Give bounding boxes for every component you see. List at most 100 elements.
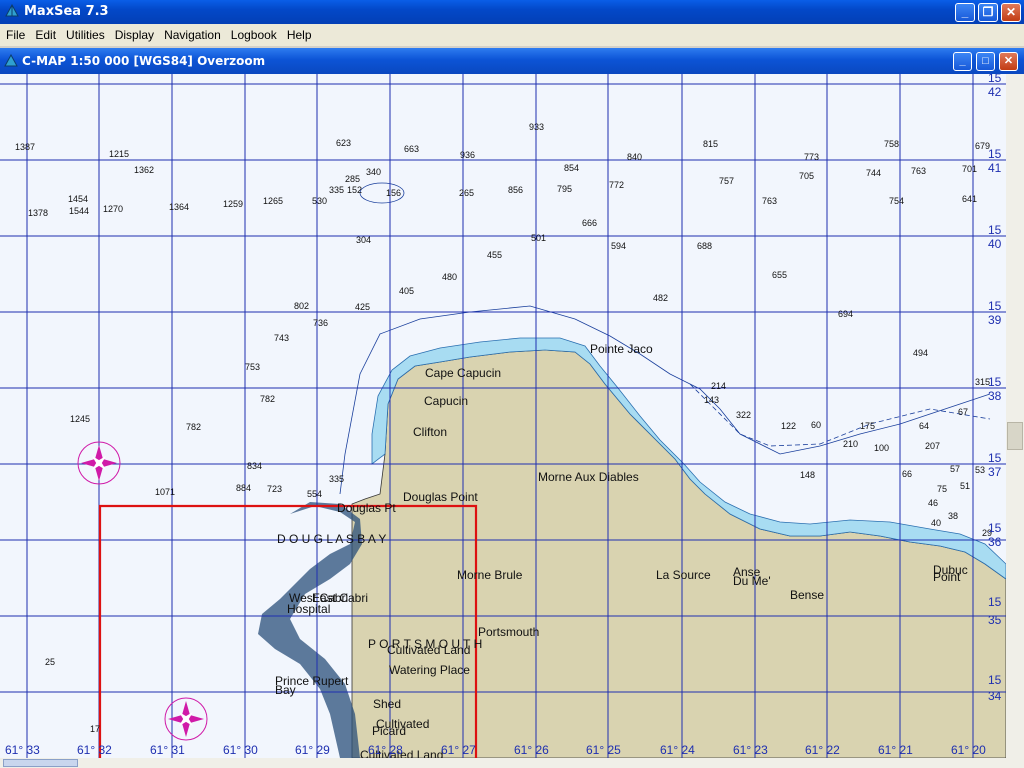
nautical-chart[interactable]: 1387 1215 1362 1454 1544 1378 1270 1364 1259 1265…	[0, 74, 1006, 758]
depth-sounding: 304	[356, 235, 371, 245]
depth-sounding: 210	[843, 439, 858, 449]
horizontal-scroll-thumb[interactable]	[3, 759, 78, 767]
chart-canvas[interactable]: 1387 1215 1362 1454 1544 1378 1270 1364 1259 1265…	[0, 74, 1006, 758]
depth-sounding: 51	[960, 481, 970, 491]
vertical-scrollbar[interactable]	[1006, 74, 1024, 758]
depth-sounding: 763	[911, 166, 926, 176]
depth-sounding: 494	[913, 348, 928, 358]
chart-window-icon	[4, 54, 18, 67]
latitude-label: 37	[988, 465, 1002, 479]
latitude-label: 42	[988, 85, 1002, 99]
latitude-label: 15	[988, 595, 1002, 609]
depth-sounding: 1544	[69, 206, 89, 216]
depth-sounding: 335	[329, 185, 344, 195]
latitude-label: 36	[988, 535, 1002, 549]
depth-sounding: 75	[937, 484, 947, 494]
menu-navigation[interactable]: Navigation	[159, 24, 226, 46]
depth-sounding: 1362	[134, 165, 154, 175]
depth-sounding: 782	[260, 394, 275, 404]
depth-sounding: 66	[902, 469, 912, 479]
depth-sounding: 773	[804, 152, 819, 162]
longitude-label: 61° 26	[514, 743, 549, 757]
depth-sounding: 214	[711, 381, 726, 391]
depth-sounding: 38	[948, 511, 958, 521]
menu-help[interactable]: Help	[282, 24, 317, 46]
depth-sounding: 736	[313, 318, 328, 328]
depth-sounding: 455	[487, 250, 502, 260]
depth-sounding: 175	[860, 421, 875, 431]
latitude-label: 34	[988, 689, 1002, 703]
depth-sounding: 705	[799, 171, 814, 181]
depth-sounding: 1387	[15, 142, 35, 152]
depth-sounding: 757	[719, 176, 734, 186]
minimize-button[interactable]: _	[955, 3, 975, 22]
place-name: Douglas Point	[403, 490, 478, 504]
horizontal-scrollbar[interactable]	[0, 758, 1024, 768]
depth-sounding: 405	[399, 286, 414, 296]
depth-sounding: 834	[247, 461, 262, 471]
latitude-labels: 154215411540153915381537153615351534	[988, 74, 1002, 703]
longitude-label: 61° 30	[223, 743, 258, 757]
depth-sounding: 641	[962, 194, 977, 204]
menu-display[interactable]: Display	[110, 24, 159, 46]
depth-sounding: 694	[838, 309, 853, 319]
depth-sounding: 1215	[109, 149, 129, 159]
depth-sounding: 723	[267, 484, 282, 494]
latitude-label: 38	[988, 389, 1002, 403]
menu-file[interactable]: File	[1, 24, 30, 46]
compass-rose-icon	[164, 697, 208, 741]
latitude-label: 15	[988, 299, 1002, 313]
restore-button[interactable]: ❐	[978, 3, 998, 22]
chart-minimize-button[interactable]: _	[953, 52, 972, 71]
latitude-label: 15	[988, 521, 1002, 535]
depth-sounding: 1265	[263, 196, 283, 206]
close-button[interactable]: ✕	[1001, 3, 1021, 22]
depth-sounding: 1245	[70, 414, 90, 424]
depth-sounding: 782	[186, 422, 201, 432]
depth-sounding: 285	[345, 174, 360, 184]
depth-sounding: 763	[762, 196, 777, 206]
chart-close-button[interactable]: ✕	[999, 52, 1018, 71]
depth-sounding: 67	[958, 407, 968, 417]
compass-rose-icon	[77, 441, 121, 485]
latitude-label: 15	[988, 673, 1002, 687]
depth-sounding: 663	[404, 144, 419, 154]
latitude-label: 35	[988, 613, 1002, 627]
depth-sounding: 100	[874, 443, 889, 453]
depth-sounding: 655	[772, 270, 787, 280]
longitude-label: 61° 32	[77, 743, 112, 757]
depth-sounding: 840	[627, 152, 642, 162]
depth-sounding: 754	[889, 196, 904, 206]
menu-edit[interactable]: Edit	[30, 24, 61, 46]
depth-sounding: 884	[236, 483, 251, 493]
depth-sounding: 148	[800, 470, 815, 480]
depth-sounding: 480	[442, 272, 457, 282]
depth-sounding: 501	[531, 233, 546, 243]
place-name: Du Me'	[733, 574, 771, 588]
land-dominica	[351, 349, 1006, 758]
longitude-label: 61° 20	[951, 743, 986, 757]
vertical-scroll-thumb[interactable]	[1007, 422, 1023, 450]
depth-sounding: 335	[329, 474, 344, 484]
place-name: Douglas Pt	[337, 501, 396, 515]
latitude-label: 39	[988, 313, 1002, 327]
depth-sounding: 795	[557, 184, 572, 194]
chart-maximize-button[interactable]: □	[976, 52, 995, 71]
longitude-label: 61° 21	[878, 743, 913, 757]
latitude-label: 15	[988, 223, 1002, 237]
depth-sounding: 688	[697, 241, 712, 251]
depth-sounding: 743	[274, 333, 289, 343]
app-title: MaxSea 7.3	[24, 4, 109, 19]
depth-sounding: 64	[919, 421, 929, 431]
longitude-label: 61° 25	[586, 743, 621, 757]
depth-sounding: 666	[582, 218, 597, 228]
menu-utilities[interactable]: Utilities	[61, 24, 110, 46]
depth-sounding: 46	[928, 498, 938, 508]
latitude-label: 15	[988, 74, 1002, 85]
menu-logbook[interactable]: Logbook	[226, 24, 282, 46]
depth-sounding: 758	[884, 139, 899, 149]
depth-sounding: 1270	[103, 204, 123, 214]
place-name: Bense	[790, 588, 824, 602]
place-name: Clifton	[413, 425, 447, 439]
depth-sounding: 340	[366, 167, 381, 177]
